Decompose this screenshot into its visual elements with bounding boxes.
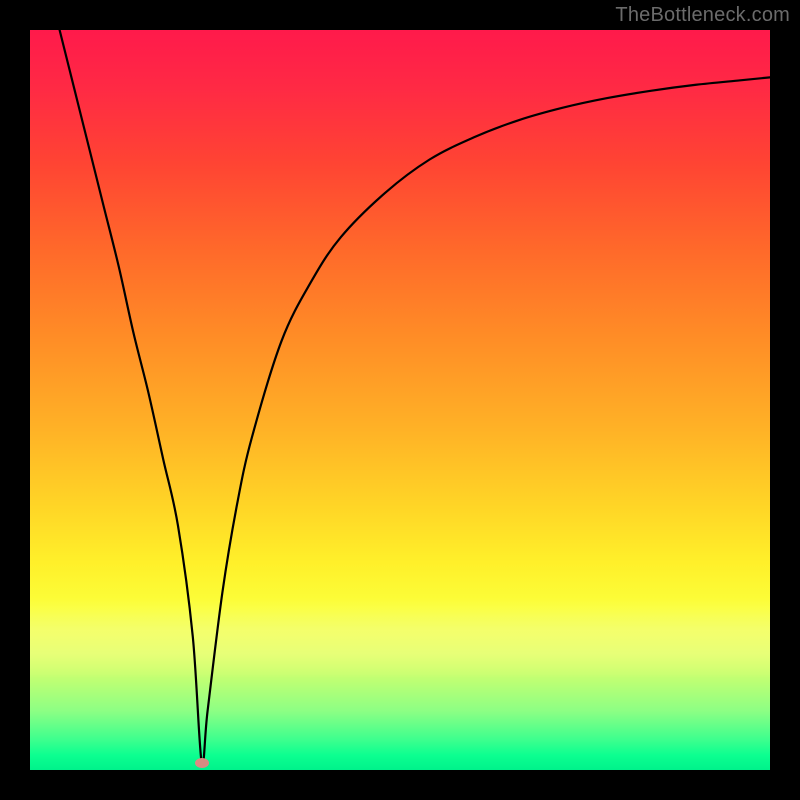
chart-plot-area — [30, 30, 770, 770]
attribution-text: TheBottleneck.com — [615, 4, 790, 27]
chart-root: TheBottleneck.com — [0, 0, 800, 800]
